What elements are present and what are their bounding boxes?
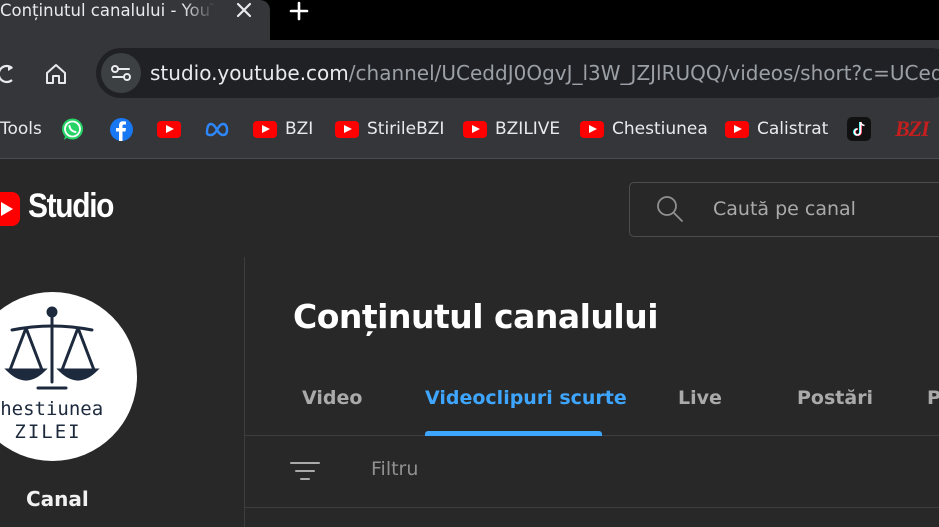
scales-of-justice-icon: Chestiunea ZILEI — [0, 306, 103, 443]
bookmark-youtube[interactable] — [157, 106, 181, 152]
content-tabs: Video Videoclipuri scurte Live Postări P — [245, 372, 939, 436]
search-icon[interactable] — [655, 194, 685, 224]
page-title: Conținutul canalului — [293, 297, 659, 336]
tune-icon — [111, 65, 131, 81]
url-text[interactable]: studio.youtube.com/channel/UCeddJ0OgvJ_l… — [150, 60, 939, 86]
bookmark-stirilebzi[interactable]: StirileBZI — [335, 106, 444, 152]
main-content: Conținutul canalului Video Videoclipuri … — [245, 257, 939, 527]
bookmark-chestiunea[interactable]: Chestiunea — [580, 106, 708, 152]
bookmark-label: BZI — [285, 119, 314, 139]
tab-shorts[interactable]: Videoclipuri scurte — [425, 387, 627, 409]
tab-video[interactable]: Video — [302, 387, 362, 409]
youtube-icon — [463, 120, 487, 138]
bookmark-whatsapp[interactable] — [60, 106, 85, 152]
tab-more[interactable]: P — [927, 387, 939, 409]
url-path: /channel/UCeddJ0OgvJ_l3W_JZJlRUQQ/videos… — [348, 61, 939, 85]
bookmark-bzi-site[interactable]: BZI — [895, 106, 930, 152]
search-input[interactable] — [713, 194, 913, 224]
bookmarks-bar: Tools BZI StirileBZI BZILIVE Chestiunea … — [0, 106, 939, 159]
youtube-logo-icon — [0, 192, 20, 226]
channel-avatar[interactable]: Chestiunea ZILEI — [0, 292, 137, 461]
new-tab-icon[interactable] — [287, 0, 311, 22]
close-icon[interactable] — [233, 0, 255, 22]
filter-bar: Filtru — [245, 436, 939, 508]
avatar-text-line2: ZILEI — [14, 421, 81, 443]
youtube-icon — [580, 120, 604, 138]
meta-icon — [205, 122, 229, 137]
browser-tab[interactable]: Conținutul canalului - YouTube — [0, 0, 270, 40]
filter-input[interactable]: Filtru — [371, 458, 418, 480]
youtube-icon — [725, 120, 749, 138]
sidebar: Chestiunea ZILEI Canal — [0, 257, 245, 527]
youtube-icon — [253, 120, 277, 138]
tiktok-icon — [847, 117, 871, 141]
bookmark-label: Calistrat — [757, 119, 829, 139]
home-icon[interactable] — [44, 62, 68, 86]
whatsapp-icon — [62, 118, 83, 140]
bookmark-bzilive[interactable]: BZILIVE — [463, 106, 560, 152]
bzi-logo-icon: BZI — [895, 116, 930, 141]
tab-live[interactable]: Live — [678, 387, 722, 409]
bookmark-label: Chestiunea — [612, 119, 708, 139]
bookmark-calistrat[interactable]: Calistrat — [725, 106, 828, 152]
studio-header: Studio — [0, 159, 939, 257]
tab-title: Conținutul canalului - YouTube — [0, 1, 215, 20]
bookmark-meta[interactable] — [204, 106, 230, 152]
bookmark-label: BZILIVE — [495, 119, 561, 139]
tab-posts[interactable]: Postări — [797, 387, 873, 409]
channel-label: Canal — [26, 487, 89, 511]
avatar-text-line1: Chestiunea — [0, 398, 103, 420]
browser-tab-strip: Conținutul canalului - YouTube — [0, 0, 939, 40]
bookmark-label: StirileBZI — [367, 119, 445, 139]
facebook-icon — [110, 117, 133, 141]
reload-icon[interactable] — [0, 64, 16, 84]
bookmark-facebook[interactable] — [109, 106, 134, 152]
bookmark-label: Tools — [0, 119, 42, 139]
bookmark-tiktok[interactable] — [847, 106, 871, 152]
site-info-button[interactable] — [101, 53, 141, 93]
logo-text: Studio — [28, 187, 114, 225]
youtube-icon — [335, 120, 359, 138]
url-host: studio.youtube.com — [150, 61, 349, 85]
bookmark-bzi[interactable]: BZI — [253, 106, 313, 152]
youtube-icon — [157, 120, 181, 138]
browser-toolbar: studio.youtube.com/channel/UCeddJ0OgvJ_l… — [0, 40, 939, 106]
bookmark-tools[interactable]: Tools — [0, 106, 42, 152]
filter-icon[interactable] — [290, 460, 320, 482]
